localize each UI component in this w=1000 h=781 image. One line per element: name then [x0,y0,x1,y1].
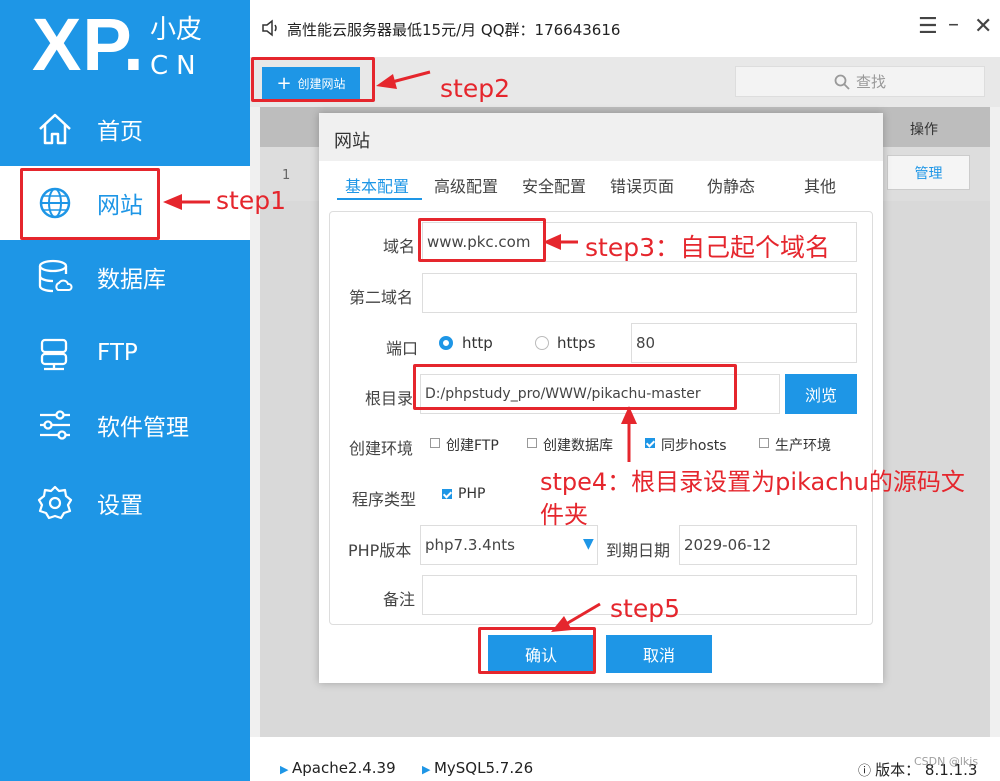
create-db-checkbox[interactable] [527,438,537,448]
search-box[interactable]: 查找 [735,66,985,97]
note-label: 备注 [383,590,416,609]
php-version-label: PHP版本 [348,541,412,560]
env-label: 创建环境 [349,439,414,458]
cancel-button[interactable]: 取消 [606,635,712,673]
php-type-label: PHP [458,486,486,502]
annotation-step4-line2: 件夹 [540,501,588,529]
sidebar-item-database[interactable]: 数据库 [0,240,250,314]
tab-error-pages[interactable]: 错误页面 [610,173,674,197]
logo-cn-top: 小皮 [150,15,203,45]
tab-rewrite[interactable]: 伪静态 [707,173,755,197]
dialog-title: 网站 [334,131,370,152]
sidebar-item-label: 首页 [97,119,143,145]
sync-hosts-checkbox[interactable] [645,438,655,448]
create-db-label: 创建数据库 [543,438,613,454]
annotation-step4-line1: stpe4：根目录设置为pikachu的源码文 [540,468,965,496]
manage-button[interactable]: 管理 [887,155,970,190]
sidebar-item-home[interactable]: 首页 [0,92,250,166]
annotation-step3: step3：自己起个域名 [585,233,830,262]
row-number: 1 [282,168,291,183]
sidebar-item-software[interactable]: 软件管理 [0,388,250,462]
home-icon [39,113,71,145]
expire-date-input[interactable]: 2029-06-12 [679,525,857,565]
dialog-header: 网站 [319,113,883,161]
expire-date-label: 到期日期 [606,541,671,560]
search-label: 查找 [855,73,886,91]
production-label: 生产环境 [775,438,831,454]
port-label: 端口 [386,339,419,358]
database-icon [38,259,73,293]
php-version-value: php7.3.4nts [425,536,515,554]
https-radio[interactable] [535,336,549,350]
sidebar-item-label: FTP [97,340,138,366]
annotation-box-domain [418,218,546,262]
title-bar: 高性能云服务器最低15元/月 QQ群：176643616 ☰ – ✕ [250,0,1000,57]
create-ftp-label: 创建FTP [446,438,499,454]
tab-security[interactable]: 安全配置 [522,173,586,197]
browse-button[interactable]: 浏览 [785,374,857,414]
annotation-box-create [251,57,375,102]
watermark: CSDN @lkjs [914,755,979,768]
speaker-icon [262,19,277,37]
second-domain-input[interactable] [422,273,857,313]
window-title: 高性能云服务器最低15元/月 QQ群：176643616 [287,21,621,39]
sidebar: XP. 小皮 CN 首页 网站 数据库 FTP 软件管理 设置 [0,0,250,781]
gear-icon [37,485,73,520]
search-icon [834,74,850,90]
root-dir-label: 根目录 [365,389,414,408]
second-domain-label: 第二域名 [349,288,414,307]
sliders-icon [40,410,70,440]
sidebar-item-settings[interactable]: 设置 [0,466,250,540]
status-bar: ▶ Apache2.4.39 ▶ MySQL5.7.26 ⓘ 版本： 8.1.1… [250,737,1000,781]
minimize-icon[interactable]: – [948,12,959,37]
sync-hosts-label: 同步hosts [661,438,727,454]
http-radio[interactable] [439,336,453,350]
tab-other[interactable]: 其他 [804,173,836,197]
info-icon: ⓘ [858,764,876,779]
annotation-step2: step2 [440,74,510,103]
screenshot-root: XP. 小皮 CN 首页 网站 数据库 FTP 软件管理 设置 高性能云服务器最… [0,0,1000,781]
domain-label: 域名 [383,237,416,256]
https-label: https [557,334,596,352]
http-label: http [462,334,493,352]
sidebar-item-label: 软件管理 [97,415,189,441]
annotation-box-rootdir [413,364,737,410]
annotation-box-confirm [478,627,596,674]
create-ftp-checkbox[interactable] [430,438,440,448]
port-input[interactable]: 80 [631,323,857,363]
sidebar-item-ftp[interactable]: FTP [0,316,250,390]
mysql-status[interactable]: ▶ MySQL5.7.26 [422,759,533,777]
server-icon [40,338,68,371]
sidebar-item-label: 设置 [97,493,143,519]
php-version-select[interactable]: php7.3.4nts [420,525,598,565]
tab-advanced[interactable]: 高级配置 [434,173,498,197]
program-type-label: 程序类型 [352,490,417,509]
php-checkbox[interactable] [442,489,452,499]
tab-basic[interactable]: 基本配置 [345,173,409,197]
apache-status[interactable]: ▶ Apache2.4.39 [280,759,396,777]
annotation-step1: step1 [216,186,286,215]
close-icon[interactable]: ✕ [974,14,992,39]
annotation-step5: step5 [610,594,680,623]
sidebar-item-label: 数据库 [97,267,166,293]
annotation-box-website [20,168,160,240]
active-tab-indicator [337,198,422,200]
logo-cn-bottom: CN [150,51,204,81]
menu-icon[interactable]: ☰ [918,14,938,39]
logo-text: XP. [32,3,145,86]
operation-header: 操作 [910,122,938,138]
production-checkbox[interactable] [759,438,769,448]
chevron-down-icon: ▼ [583,536,594,552]
